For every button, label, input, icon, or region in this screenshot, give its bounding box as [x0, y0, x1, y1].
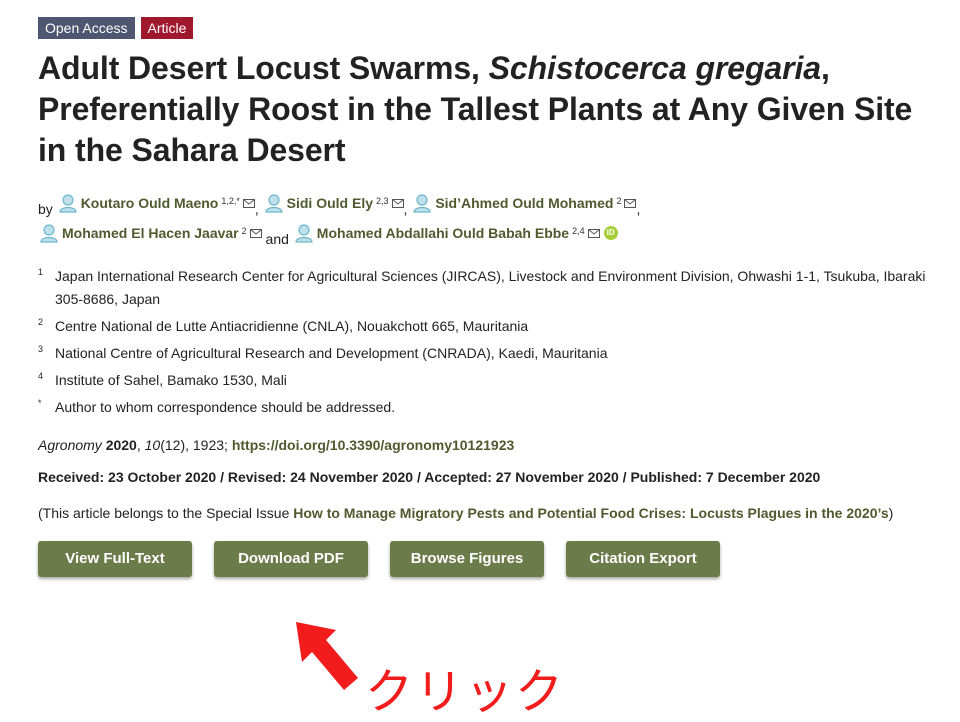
- author-affil-sup: 1,2,*: [221, 196, 240, 206]
- email-icon[interactable]: [249, 228, 262, 238]
- author-name[interactable]: Sid’Ahmed Ould Mohamed: [435, 191, 613, 215]
- browse-figures-button[interactable]: Browse Figures: [390, 541, 544, 577]
- journal-citation: Agronomy 2020, 10(12), 1923; https://doi…: [38, 437, 515, 453]
- affiliation-number: 2: [38, 317, 44, 327]
- affiliation-item: 3 National Centre of Agricultural Researc…: [38, 342, 938, 365]
- author-affil-sup: 2,3: [376, 196, 389, 206]
- article-title: Adult Desert Locust Swarms, Schistocerca…: [38, 48, 938, 171]
- affiliation-text: Japan International Research Center for …: [55, 268, 926, 307]
- author-name[interactable]: Sidi Ould Ely: [287, 191, 373, 215]
- and-label: and: [265, 231, 289, 247]
- affiliation-list: 1 Japan International Research Center for…: [38, 265, 938, 419]
- author-affil-sup: 2: [616, 196, 622, 206]
- author-affil-sup: 2: [241, 226, 247, 236]
- author-profile-icon: [295, 224, 313, 243]
- citation-export-button[interactable]: Citation Export: [566, 541, 720, 577]
- affiliation-number: 1: [38, 267, 44, 277]
- affiliation-number: *: [38, 398, 42, 408]
- author-profile-icon: [40, 224, 58, 243]
- journal-year: 2020: [105, 437, 137, 453]
- open-access-badge[interactable]: Open Access: [38, 17, 135, 39]
- orcid-icon[interactable]: iD: [603, 226, 618, 240]
- affiliation-item: 4 Institute of Sahel, Bamako 1530, Mali: [38, 369, 938, 392]
- action-buttons: View Full-Text Download PDF Browse Figur…: [38, 541, 938, 577]
- author-profile-icon: [265, 194, 283, 213]
- journal-name: Agronomy: [38, 437, 102, 453]
- email-icon[interactable]: [391, 198, 404, 208]
- email-icon[interactable]: [624, 198, 637, 208]
- author-3[interactable]: Sid’Ahmed Ould Mohamed 2: [411, 191, 637, 215]
- author-1[interactable]: Koutaro Ould Maeno 1,2,*: [57, 191, 255, 215]
- author-profile-icon: [413, 194, 431, 213]
- click-annotation-label: クリック: [365, 664, 566, 720]
- author-name[interactable]: Mohamed Abdallahi Ould Babah Ebbe: [317, 221, 569, 245]
- author-2[interactable]: Sidi Ould Ely 2,3: [263, 191, 404, 215]
- affiliation-item: 1 Japan International Research Center for…: [38, 265, 938, 311]
- journal-volume: 10: [144, 437, 161, 453]
- title-species-name: Schistocerca gregaria: [488, 50, 821, 86]
- affiliation-text: Centre National de Lutte Antiacridienne …: [55, 318, 529, 334]
- special-issue-prefix: (This article belongs to the Special Iss…: [38, 505, 294, 521]
- affiliation-item: * Author to whom correspondence should be…: [38, 396, 938, 419]
- title-part-1: Adult Desert Locust Swarms,: [38, 50, 489, 86]
- author-5[interactable]: Mohamed Abdallahi Ould Babah Ebbe 2,4 iD: [293, 221, 618, 245]
- special-issue-suffix: ): [888, 505, 894, 521]
- article-header: Open Access Article Adult Desert Locust …: [38, 17, 938, 577]
- author-list: by Koutaro Ould Maeno 1,2,* , Sidi Ould E…: [38, 191, 938, 251]
- email-icon[interactable]: [587, 228, 600, 238]
- download-pdf-button[interactable]: Download PDF: [214, 541, 368, 577]
- author-4[interactable]: Mohamed El Hacen Jaavar 2: [38, 221, 262, 245]
- publication-dates: Received: 23 October 2020 / Revised: 24 …: [38, 469, 821, 485]
- affiliation-text: Institute of Sahel, Bamako 1530, Mali: [55, 372, 287, 388]
- author-name[interactable]: Koutaro Ould Maeno: [81, 191, 219, 215]
- affiliation-item: 2 Centre National de Lutte Antiacridienne…: [38, 315, 938, 338]
- view-full-text-button[interactable]: View Full-Text: [38, 541, 192, 577]
- special-issue-link[interactable]: How to Manage Migratory Pests and Potent…: [293, 505, 888, 521]
- by-label: by: [38, 201, 53, 217]
- author-affil-sup: 2,4: [572, 226, 585, 236]
- doi-link[interactable]: https://doi.org/10.3390/agronomy10121923: [232, 437, 514, 453]
- journal-issue-pages: (12), 1923;: [160, 437, 232, 453]
- red-arrow-icon: [296, 622, 358, 690]
- affiliation-number: 3: [38, 344, 44, 354]
- article-type-badge: Article: [140, 17, 194, 39]
- badge-row: Open Access Article: [38, 17, 938, 39]
- special-issue-note: (This article belongs to the Special Iss…: [38, 501, 938, 525]
- affiliation-text: Author to whom correspondence should be …: [55, 399, 396, 415]
- author-name[interactable]: Mohamed El Hacen Jaavar: [62, 221, 239, 245]
- email-icon[interactable]: [242, 198, 255, 208]
- affiliation-text: National Centre of Agricultural Research…: [55, 345, 608, 361]
- author-profile-icon: [59, 194, 77, 213]
- affiliation-number: 4: [38, 371, 44, 381]
